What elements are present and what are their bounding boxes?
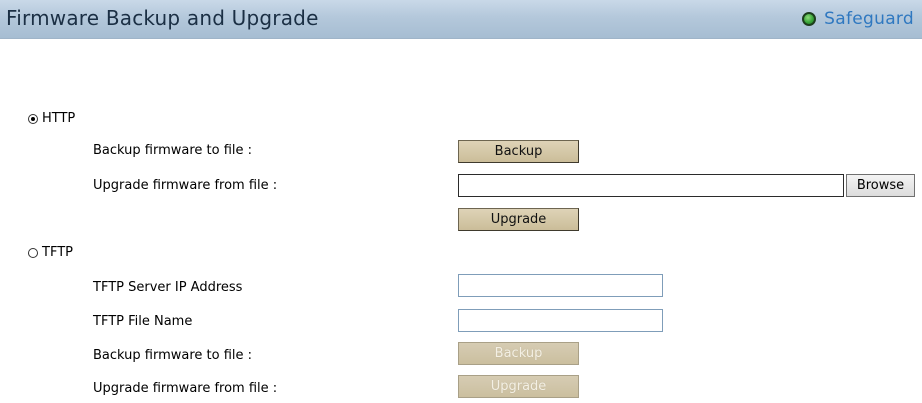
tftp-server-ip-input[interactable] (458, 274, 663, 297)
browse-button[interactable]: Browse (846, 174, 915, 197)
safeguard-indicator: Safeguard (802, 9, 914, 29)
http-upgrade-label: Upgrade firmware from file : (93, 178, 278, 193)
page-title: Firmware Backup and Upgrade (6, 6, 319, 30)
tftp-upgrade-button[interactable]: Upgrade (458, 375, 579, 398)
http-backup-button[interactable]: Backup (458, 140, 579, 163)
tftp-option[interactable]: TFTP (28, 245, 73, 260)
firmware-page: Firmware Backup and Upgrade Safeguard HT… (0, 0, 922, 403)
tftp-radio[interactable] (28, 247, 38, 258)
http-upgrade-button[interactable]: Upgrade (458, 208, 579, 231)
tftp-server-ip-label: TFTP Server IP Address (93, 280, 243, 295)
tftp-upgrade-label: Upgrade firmware from file : (93, 381, 278, 396)
title-bar: Firmware Backup and Upgrade Safeguard (0, 0, 922, 39)
http-backup-label: Backup firmware to file : (93, 143, 253, 158)
tftp-backup-button[interactable]: Backup (458, 342, 579, 365)
http-radio[interactable] (28, 113, 38, 124)
firmware-file-input[interactable] (458, 174, 844, 197)
tftp-radio-label: TFTP (42, 245, 73, 260)
tftp-file-name-input[interactable] (458, 309, 663, 332)
safeguard-label: Safeguard (824, 9, 914, 29)
safeguard-status-icon (802, 12, 817, 26)
http-option[interactable]: HTTP (28, 111, 75, 126)
tftp-backup-label: Backup firmware to file : (93, 348, 253, 363)
tftp-file-name-label: TFTP File Name (93, 314, 193, 329)
http-radio-label: HTTP (42, 111, 76, 126)
